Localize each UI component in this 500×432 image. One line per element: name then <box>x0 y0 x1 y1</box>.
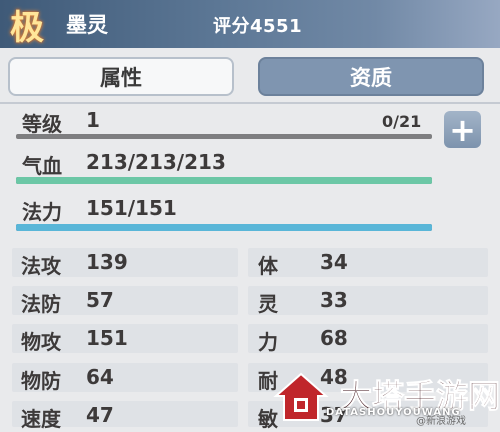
pet-name: 墨灵 <box>66 13 108 37</box>
stat-value: 34 <box>320 250 348 274</box>
tab-aptitude[interactable]: 资质 <box>258 57 484 96</box>
hp-value: 213/213/213 <box>86 150 226 174</box>
stat-cell: 法防 57 <box>12 286 238 316</box>
pet-header: 极 墨灵 评分4551 <box>0 0 500 48</box>
stat-label: 物防 <box>21 369 61 393</box>
hp-bar-track <box>16 177 432 184</box>
stat-label: 法防 <box>21 292 61 316</box>
stat-cell: 法攻 139 <box>12 248 238 278</box>
stat-label: 灵 <box>258 292 278 316</box>
pet-score: 评分4551 <box>213 16 303 37</box>
mp-bar-fill <box>16 224 432 231</box>
level-value: 1 <box>86 108 100 132</box>
hp-label: 气血 <box>22 154 62 178</box>
stat-cell: 灵 33 <box>248 286 488 316</box>
stat-value: 64 <box>86 365 114 389</box>
stat-value: 139 <box>86 250 128 274</box>
stat-value: 151 <box>86 326 128 350</box>
tab-attributes[interactable]: 属性 <box>8 57 234 96</box>
mp-bar-track <box>16 224 432 231</box>
stat-value: 57 <box>86 288 114 312</box>
grade-badge-icon: 极 <box>10 7 44 48</box>
hp-bar-fill <box>16 177 432 184</box>
stat-cell: 速度 47 <box>12 401 238 431</box>
stat-label: 力 <box>258 330 278 354</box>
stat-value: 33 <box>320 288 348 312</box>
exp-bar <box>16 134 432 139</box>
watermark-corner-text: @新浪游戏 <box>416 416 466 427</box>
exp-text: 0/21 <box>382 112 422 131</box>
divider <box>0 102 500 104</box>
stat-value: 47 <box>86 403 114 427</box>
stat-label: 物攻 <box>21 330 61 354</box>
stat-value: 68 <box>320 326 348 350</box>
stat-cell: 力 68 <box>248 324 488 354</box>
plus-icon: + <box>449 110 476 149</box>
mp-label: 法力 <box>22 200 62 224</box>
level-label: 等级 <box>22 112 62 136</box>
stat-cell: 体 34 <box>248 248 488 278</box>
stat-cell: 物防 64 <box>12 363 238 393</box>
add-point-button[interactable]: + <box>444 111 481 148</box>
mp-value: 151/151 <box>86 196 177 220</box>
stat-cell: 物攻 151 <box>12 324 238 354</box>
watermark-logo-icon <box>273 372 329 421</box>
stat-label: 速度 <box>21 407 61 431</box>
stat-label: 法攻 <box>21 254 61 278</box>
stat-label: 体 <box>258 254 278 278</box>
